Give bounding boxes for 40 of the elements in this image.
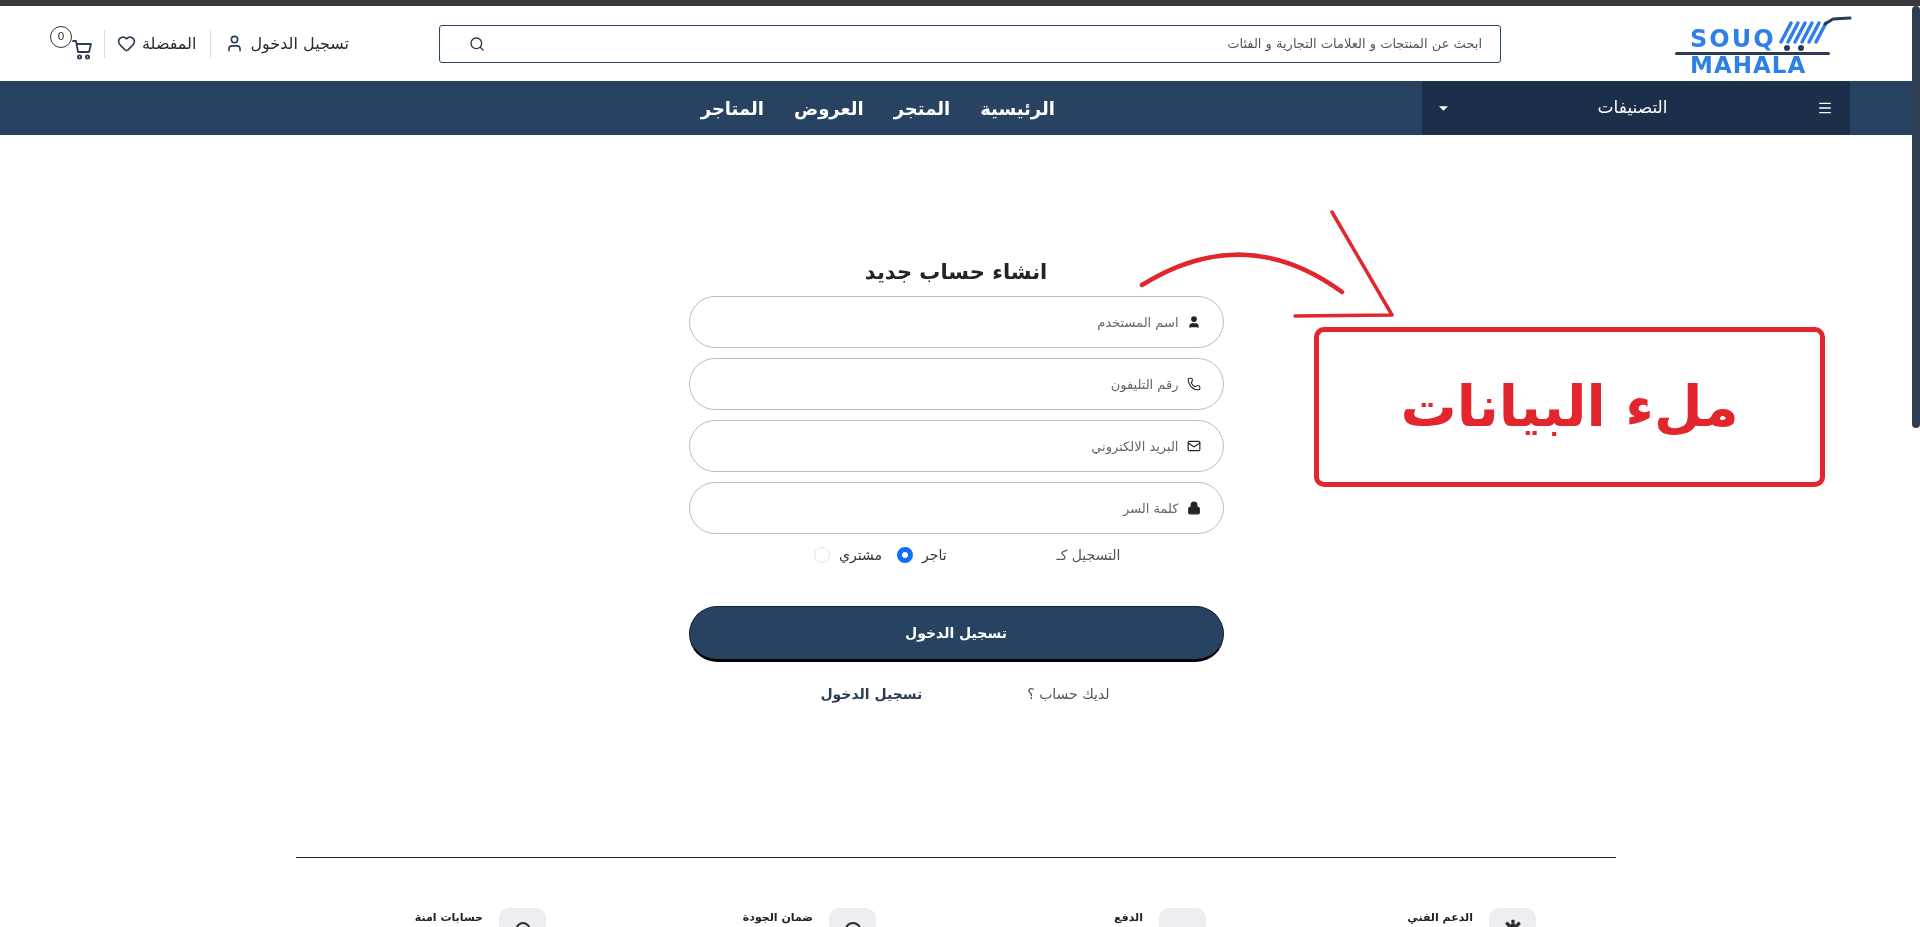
search-field[interactable]: ابحث عن المنتجات و العلامات التجارية و الفئات (439, 24, 1501, 63)
nav-link[interactable]: المتجر (893, 94, 951, 122)
callout: ملء البيانات (1314, 327, 1825, 487)
login-link[interactable]: تسجيل الدخول (225, 31, 349, 56)
input-field[interactable]: كلمة السر (688, 482, 1224, 534)
heart-icon (117, 34, 136, 53)
input-field[interactable]: رقم التليفون (688, 358, 1224, 410)
feature-label: الدعم الفني (1407, 910, 1473, 925)
menu-icon (1817, 100, 1833, 116)
caret-down-icon (1439, 105, 1448, 111)
nav-link[interactable]: الرئيسية (980, 94, 1055, 122)
nav-link[interactable]: العروض (793, 94, 864, 122)
feature-label: الدفع (1114, 910, 1143, 925)
nav-link[interactable]: المتاجر (700, 94, 764, 122)
favorites-link[interactable]: المفضلة (117, 31, 197, 56)
gear-icon (1489, 908, 1536, 927)
radio-label[interactable]: تاجر (922, 544, 947, 566)
cart-count-badge: 0 (50, 25, 72, 48)
input-field[interactable]: اسم المستخدم (688, 296, 1224, 348)
register-as-label: التسجيل كـ (1056, 545, 1121, 565)
account-prompt: لديك حساب ؟ (1027, 684, 1110, 704)
mail-icon (1186, 439, 1201, 453)
search-icon[interactable] (469, 35, 485, 52)
scrollbar-thumb[interactable] (1912, 6, 1920, 428)
categories-label: التصنيفات (1597, 96, 1668, 120)
logo-text: SOUQ (1690, 26, 1776, 51)
feature-label: حسابات امنة (414, 910, 483, 925)
user-icon (1186, 315, 1201, 329)
form-title: انشاء حساب جديد (863, 259, 1049, 286)
input-field[interactable]: البريد الالكتروني (688, 420, 1224, 472)
radio-label[interactable]: مشتري (839, 544, 882, 566)
cart-icon[interactable] (72, 39, 92, 60)
phone-icon (1186, 377, 1201, 391)
submit-button[interactable]: تسجيل الدخول (688, 606, 1224, 662)
feature-label: ضمان الجودة (742, 910, 813, 925)
categories-dropdown[interactable]: التصنيفات (1422, 81, 1850, 135)
radio-button[interactable] (897, 547, 913, 563)
login-link[interactable]: تسجيل الدخول (820, 683, 923, 705)
lock-icon (1186, 501, 1201, 515)
logo-text: MAHALA (1690, 54, 1807, 75)
